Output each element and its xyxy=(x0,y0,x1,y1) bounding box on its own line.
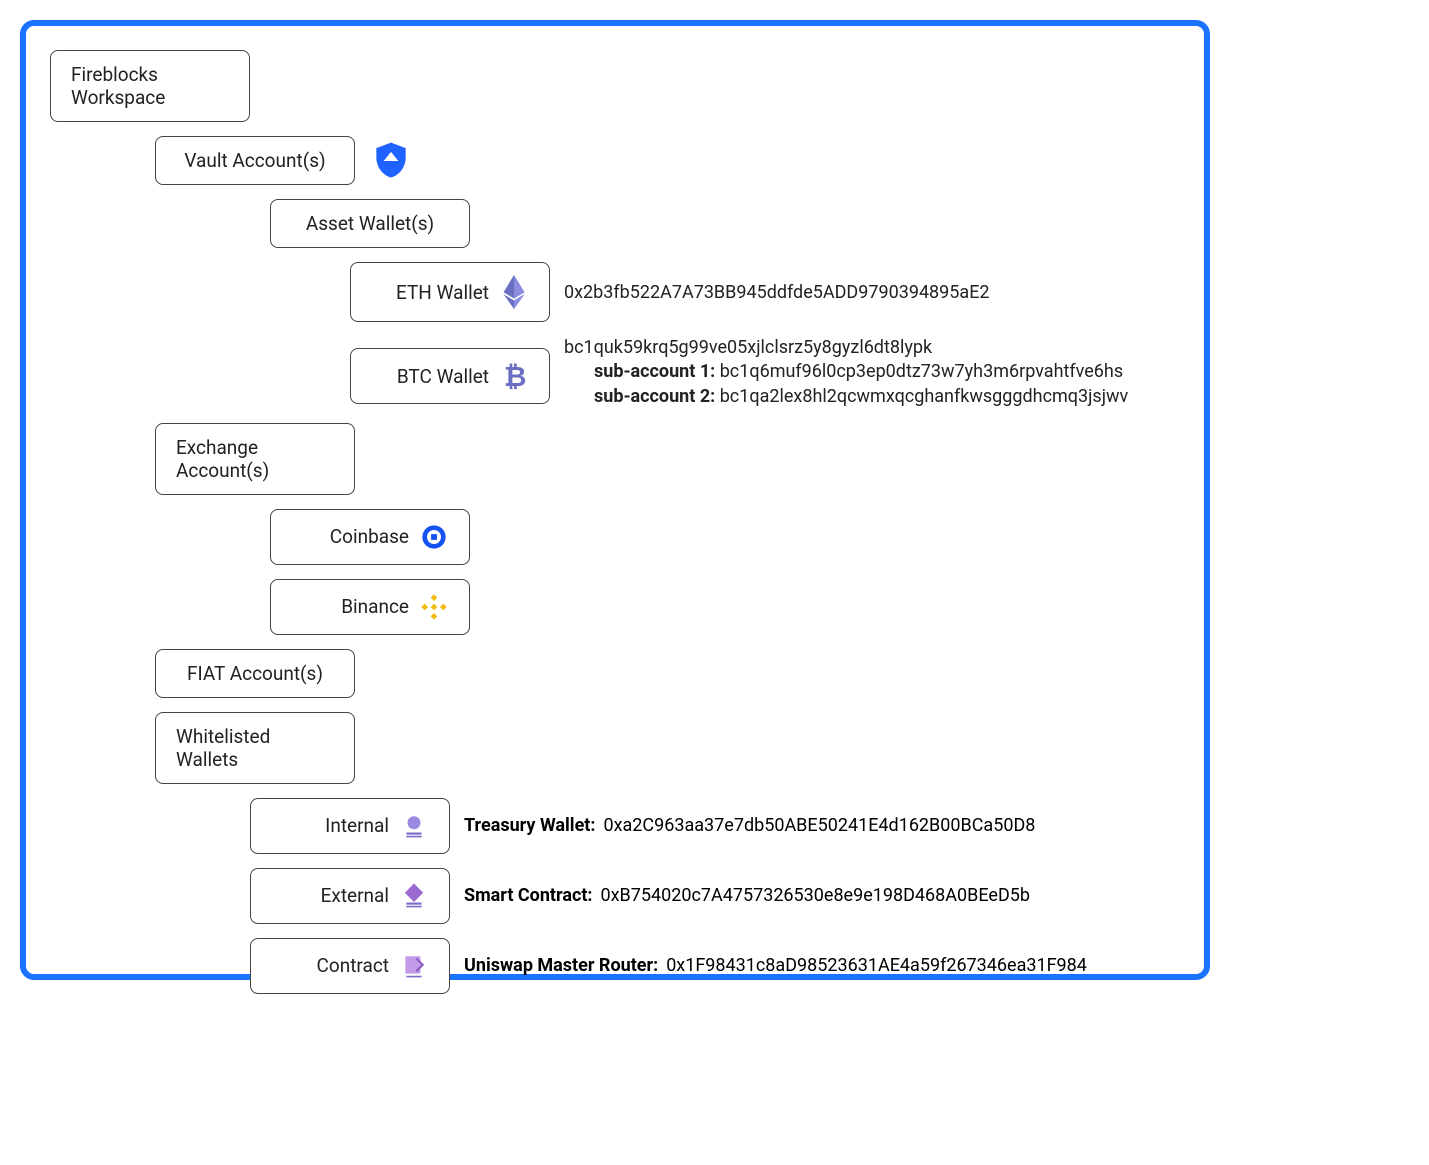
whitelisted-box: Whitelisted Wallets xyxy=(155,712,355,784)
contract-address: 0x1F98431c8aD98523631AE4a59f267346ea31F9… xyxy=(666,955,1087,976)
external-wallet-name: Smart Contract: xyxy=(464,885,593,906)
coinbase-label: Coinbase xyxy=(330,525,409,548)
fiat-label: FIAT Account(s) xyxy=(187,662,323,685)
external-address: 0xB754020c7A4757326530e8e9e198D468A0BEeD… xyxy=(601,885,1031,906)
btc-sub2-label: sub-account 2: xyxy=(594,386,715,407)
internal-wallet-name: Treasury Wallet: xyxy=(464,815,595,836)
external-wallet-icon xyxy=(399,881,429,911)
coinbase-box: Coinbase xyxy=(270,509,470,565)
eth-wallet-label: ETH Wallet xyxy=(396,281,489,304)
workspace-label: Fireblocks Workspace xyxy=(71,63,229,109)
contract-label: Contract xyxy=(317,954,389,977)
whitelisted-label: Whitelisted Wallets xyxy=(176,725,334,771)
vault-box: Vault Account(s) xyxy=(155,136,355,185)
internal-info: Treasury Wallet: 0xa2C963aa37e7db50ABE50… xyxy=(464,815,1035,836)
external-box: External xyxy=(250,868,450,924)
contract-box: Contract xyxy=(250,938,450,994)
binance-label: Binance xyxy=(341,595,409,618)
eth-address: 0x2b3fb522A7A73BB945ddfde5ADD9790394895a… xyxy=(564,282,990,303)
internal-box: Internal xyxy=(250,798,450,854)
binance-box: Binance xyxy=(270,579,470,635)
fiat-box: FIAT Account(s) xyxy=(155,649,355,698)
btc-address-block: bc1quk59krq5g99ve05xjlclsrz5y8gyzl6dt8ly… xyxy=(564,336,1128,409)
exchange-label: Exchange Account(s) xyxy=(176,436,334,482)
internal-label: Internal xyxy=(325,814,389,837)
external-info: Smart Contract: 0xB754020c7A4757326530e8… xyxy=(464,885,1030,906)
btc-address: bc1quk59krq5g99ve05xjlclsrz5y8gyzl6dt8ly… xyxy=(564,336,1128,360)
contract-wallet-name: Uniswap Master Router: xyxy=(464,955,658,976)
internal-wallet-icon xyxy=(399,811,429,841)
bitcoin-icon: ₿ xyxy=(499,361,529,391)
contract-icon xyxy=(399,951,429,981)
asset-wallet-box: Asset Wallet(s) xyxy=(270,199,470,248)
workspace-box: Fireblocks Workspace xyxy=(50,50,250,122)
external-label: External xyxy=(321,884,389,907)
btc-sub1-label: sub-account 1: xyxy=(594,361,715,382)
vault-label: Vault Account(s) xyxy=(184,149,325,172)
exchange-box: Exchange Account(s) xyxy=(155,423,355,495)
eth-wallet-box: ETH Wallet xyxy=(350,262,550,322)
vault-shield-icon xyxy=(369,139,413,183)
internal-address: 0xa2C963aa37e7db50ABE50241E4d162B00BCa50… xyxy=(603,815,1035,836)
btc-wallet-label: BTC Wallet xyxy=(397,365,489,388)
btc-sub2-address: bc1qa2lex8hl2qcwmxqcghanfkwsgggdhcmq3jsj… xyxy=(720,386,1129,407)
btc-sub1-address: bc1q6muf96l0cp3ep0dtz73w7yh3m6rpvahtfve6… xyxy=(720,361,1123,382)
asset-wallet-label: Asset Wallet(s) xyxy=(306,212,434,235)
svg-text:₿: ₿ xyxy=(504,361,526,391)
binance-icon xyxy=(419,592,449,622)
btc-wallet-box: BTC Wallet ₿ xyxy=(350,348,550,404)
ethereum-icon xyxy=(499,275,529,309)
contract-info: Uniswap Master Router: 0x1F98431c8aD9852… xyxy=(464,955,1087,976)
diagram-frame: Fireblocks Workspace Vault Account(s) As… xyxy=(20,20,1210,980)
coinbase-icon xyxy=(419,522,449,552)
